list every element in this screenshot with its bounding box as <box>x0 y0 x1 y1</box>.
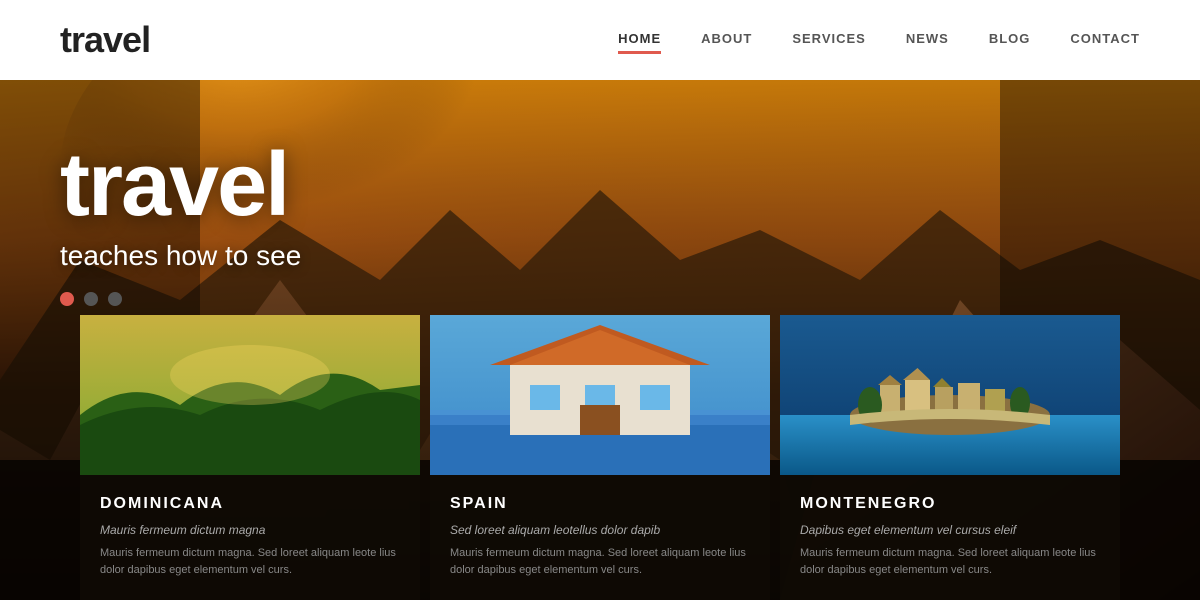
hero-subtitle: teaches how to see <box>60 240 301 272</box>
card-title-montenegro: MONTENEGRO <box>800 495 1100 513</box>
card-subtitle-dominicana: Mauris fermeum dictum magna <box>100 523 400 537</box>
card-body-spain: SPAIN Sed loreet aliquam leotellus dolor… <box>430 495 770 580</box>
card-body-dominicana: DOMINICANA Mauris fermeum dictum magna M… <box>80 495 420 580</box>
nav-item-contact[interactable]: CONTACT <box>1070 31 1140 50</box>
card-subtitle-spain: Sed loreet aliquam leotellus dolor dapib <box>450 523 750 537</box>
nav-item-about[interactable]: ABOUT <box>701 31 752 50</box>
card-text-dominicana: Mauris fermeum dictum magna. Sed loreet … <box>100 545 400 580</box>
site-logo[interactable]: travel <box>60 19 150 61</box>
dot-3[interactable] <box>108 292 122 306</box>
hero-title: travel <box>60 140 301 230</box>
nav-item-blog[interactable]: BLOG <box>989 31 1031 50</box>
hero-section: travel teaches how to see <box>0 80 1200 600</box>
card-text-montenegro: Mauris fermeum dictum magna. Sed loreet … <box>800 545 1100 580</box>
card-subtitle-montenegro: Dapibus eget elementum vel cursus eleif <box>800 523 1100 537</box>
card-text-spain: Mauris fermeum dictum magna. Sed loreet … <box>450 545 750 580</box>
header: travel HOME ABOUT SERVICES NEWS BLOG CON… <box>0 0 1200 80</box>
card-montenegro: MONTENEGRO Dapibus eget elementum vel cu… <box>780 315 1120 600</box>
card-image-spain <box>430 315 770 475</box>
card-spain: SPAIN Sed loreet aliquam leotellus dolor… <box>430 315 770 600</box>
montenegro-illustration <box>780 315 1120 475</box>
card-image-dominicana <box>80 315 420 475</box>
card-image-montenegro <box>780 315 1120 475</box>
dot-1[interactable] <box>60 292 74 306</box>
card-body-montenegro: MONTENEGRO Dapibus eget elementum vel cu… <box>780 495 1120 580</box>
dot-2[interactable] <box>84 292 98 306</box>
spain-illustration <box>430 315 770 475</box>
card-dominicana: DOMINICANA Mauris fermeum dictum magna M… <box>80 315 420 600</box>
nav-item-services[interactable]: SERVICES <box>792 31 866 50</box>
card-title-spain: SPAIN <box>450 495 750 513</box>
cards-section: DOMINICANA Mauris fermeum dictum magna M… <box>0 315 1200 600</box>
nav-item-news[interactable]: NEWS <box>906 31 949 50</box>
card-title-dominicana: DOMINICANA <box>100 495 400 513</box>
nav-item-home[interactable]: HOME <box>618 31 661 50</box>
hero-content: travel teaches how to see <box>60 140 301 306</box>
dominicana-illustration <box>80 315 420 475</box>
hero-dots <box>60 292 301 306</box>
main-nav: HOME ABOUT SERVICES NEWS BLOG CONTACT <box>618 31 1140 50</box>
